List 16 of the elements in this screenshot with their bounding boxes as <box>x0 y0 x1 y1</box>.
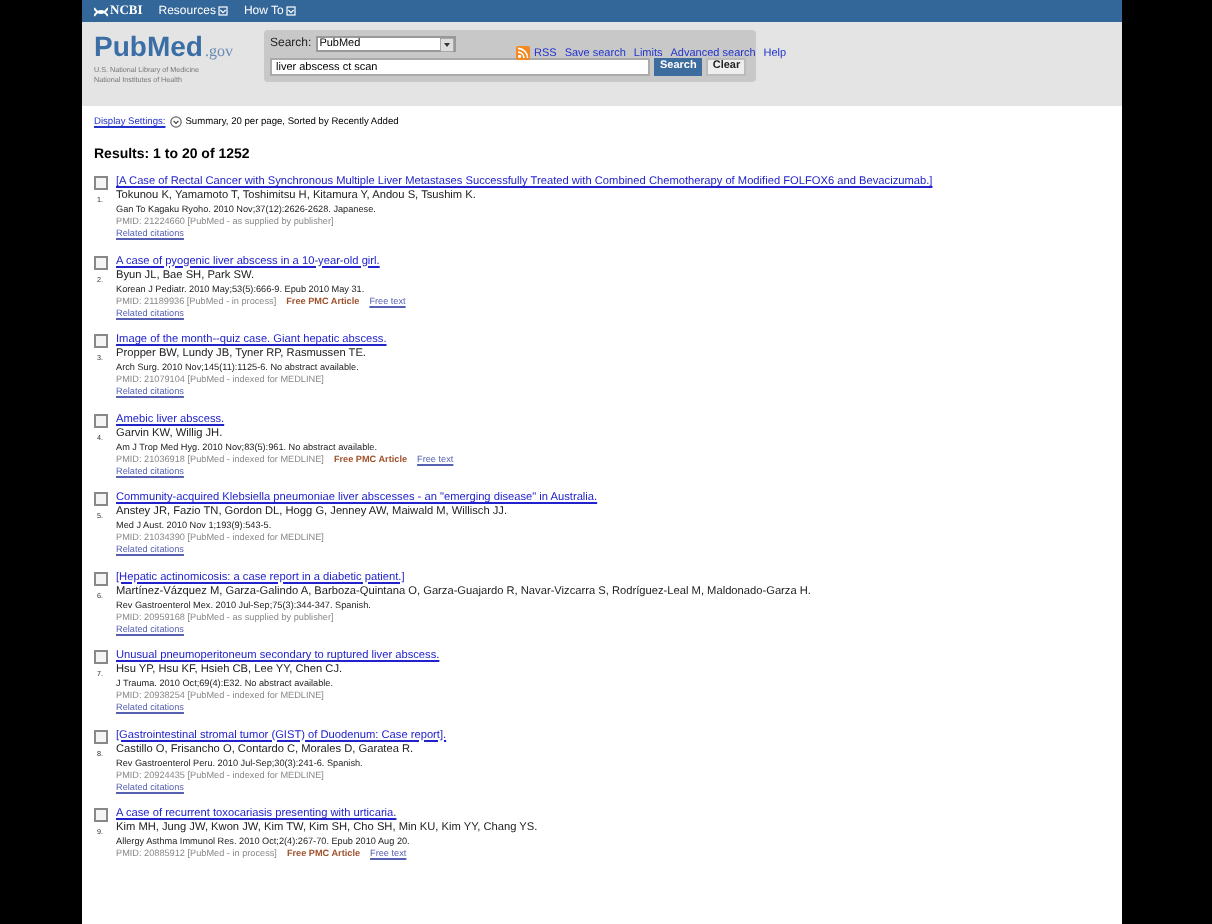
checkbox[interactable] <box>93 571 107 585</box>
caret-icon <box>217 6 228 16</box>
checkbox[interactable] <box>93 255 107 269</box>
dropdown-arrow-icon <box>439 37 454 51</box>
rss-icon <box>516 46 530 60</box>
checkbox[interactable] <box>93 334 107 348</box>
helix-icon <box>94 5 108 17</box>
checkbox[interactable] <box>93 650 107 664</box>
checkbox[interactable] <box>93 176 107 190</box>
expand-icon <box>169 116 182 128</box>
caret-icon <box>285 6 296 16</box>
checkbox[interactable] <box>93 729 107 743</box>
checkbox[interactable] <box>93 492 107 506</box>
checkbox[interactable] <box>93 808 107 822</box>
checkbox[interactable] <box>93 413 107 427</box>
pubmed-logo[interactable]: PubMed.gov <box>94 32 264 66</box>
